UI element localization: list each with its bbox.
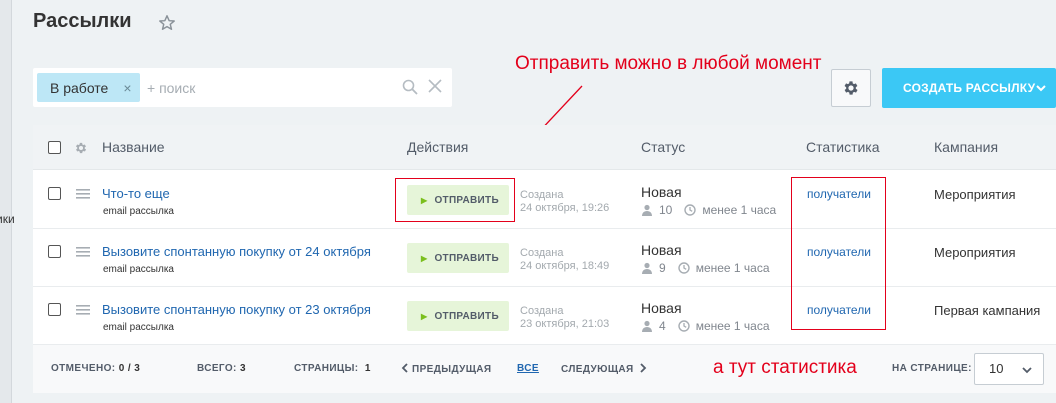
total-counter: ВСЕГО: 3 bbox=[197, 363, 246, 374]
column-header-status[interactable]: Статус bbox=[641, 139, 685, 155]
created-date: 24 октября, 19:26 bbox=[520, 202, 610, 214]
created-date: 24 октября, 18:49 bbox=[520, 260, 610, 272]
mailing-name-link[interactable]: Вызовите спонтанную покупку от 24 октябр… bbox=[102, 244, 371, 259]
left-panel-edge: ики bbox=[0, 0, 15, 403]
person-icon bbox=[642, 320, 652, 332]
row-checkbox[interactable] bbox=[48, 187, 61, 200]
chevron-left-icon bbox=[401, 363, 408, 373]
create-mailing-button[interactable]: СОЗДАТЬ РАССЫЛКУ bbox=[882, 68, 1056, 108]
chevron-down-icon[interactable] bbox=[1035, 82, 1047, 94]
status-meta: 9 менее 1 часа bbox=[641, 261, 770, 275]
next-page-link[interactable]: СЛЕДУЮЩАЯ bbox=[561, 363, 647, 375]
chevron-right-icon bbox=[640, 363, 646, 373]
campaign-name: Первая кампания bbox=[934, 303, 1041, 318]
person-icon bbox=[642, 204, 652, 216]
drag-handle-icon[interactable] bbox=[76, 305, 90, 315]
mailing-type: email рассылка bbox=[103, 206, 174, 217]
search-icon[interactable] bbox=[402, 79, 418, 95]
recipients-count: 10 bbox=[659, 203, 673, 217]
selected-counter: ОТМЕЧЕНО: 0 / 3 bbox=[51, 363, 140, 374]
total-value: 3 bbox=[239, 363, 246, 374]
per-page-label: НА СТРАНИЦЕ: bbox=[892, 363, 972, 374]
star-icon[interactable] bbox=[158, 14, 176, 32]
created-label: Создана bbox=[520, 247, 564, 259]
clock-icon bbox=[684, 204, 697, 216]
filter-search-box[interactable]: В работе × bbox=[33, 68, 452, 107]
chip-close-icon[interactable]: × bbox=[123, 80, 131, 96]
campaign-name: Мероприятия bbox=[934, 245, 1016, 260]
mailing-name-link[interactable]: Что-то еще bbox=[102, 186, 170, 201]
pages-counter: СТРАНИЦЫ: 1 bbox=[294, 363, 371, 374]
clock-icon bbox=[677, 320, 690, 332]
table-row[interactable]: Вызовите спонтанную покупку от 24 октябр… bbox=[33, 229, 1056, 287]
column-header-stats[interactable]: Статистика bbox=[806, 139, 880, 155]
recipients-count: 4 bbox=[659, 319, 666, 333]
play-icon: ▶ bbox=[421, 311, 428, 321]
chevron-down-icon bbox=[1022, 367, 1032, 374]
grid-header: Название Действия Статус Статистика Камп… bbox=[33, 125, 1056, 170]
table-row[interactable]: Вызовите спонтанную покупку от 23 октябр… bbox=[33, 287, 1056, 345]
created-label: Создана bbox=[520, 189, 564, 201]
column-header-name[interactable]: Название bbox=[102, 139, 165, 155]
status-meta: 4 менее 1 часа bbox=[641, 319, 770, 333]
send-button[interactable]: ▶ ОТПРАВИТЬ bbox=[407, 243, 509, 273]
send-button[interactable]: ▶ ОТПРАВИТЬ bbox=[407, 301, 509, 331]
per-page-select[interactable]: 10 bbox=[974, 353, 1044, 385]
selected-label: ОТМЕЧЕНО: bbox=[51, 363, 116, 374]
pages-value: 1 bbox=[364, 363, 371, 374]
column-header-actions[interactable]: Действия bbox=[407, 139, 468, 155]
filter-chip-label: В работе bbox=[50, 79, 109, 96]
status-text: Новая bbox=[641, 184, 682, 200]
column-header-campaign[interactable]: Кампания bbox=[934, 139, 998, 155]
prev-page-link[interactable]: ПРЕДЫДУЩАЯ bbox=[401, 363, 492, 375]
campaign-name: Мероприятия bbox=[934, 187, 1016, 202]
recipients-count: 9 bbox=[659, 261, 666, 275]
time-ago: менее 1 часа bbox=[695, 319, 770, 333]
close-icon[interactable] bbox=[428, 79, 442, 93]
highlight-send-box bbox=[395, 178, 515, 222]
filter-chip[interactable]: В работе × bbox=[37, 73, 140, 102]
gear-icon bbox=[844, 81, 858, 95]
select-all-checkbox[interactable] bbox=[48, 141, 61, 154]
status-meta: 10 менее 1 часа bbox=[641, 203, 776, 217]
mailing-name-link[interactable]: Вызовите спонтанную покупку от 23 октябр… bbox=[102, 302, 371, 317]
search-input[interactable] bbox=[147, 78, 387, 98]
annotation-stats-here: а тут статистика bbox=[713, 357, 857, 378]
next-page-label: СЛЕДУЮЩАЯ bbox=[561, 364, 634, 375]
play-icon: ▶ bbox=[421, 253, 428, 263]
settings-button[interactable] bbox=[831, 69, 871, 107]
person-icon bbox=[642, 262, 652, 274]
pages-label: СТРАНИЦЫ: bbox=[294, 363, 359, 374]
mailing-type: email рассылка bbox=[103, 264, 174, 275]
drag-handle-icon[interactable] bbox=[76, 247, 90, 257]
send-label: ОТПРАВИТЬ bbox=[434, 252, 499, 264]
status-text: Новая bbox=[641, 300, 682, 316]
create-mailing-label: СОЗДАТЬ РАССЫЛКУ bbox=[903, 81, 1036, 95]
table-row[interactable]: Что-то еще email рассылка ▶ ОТПРАВИТЬ Со… bbox=[33, 171, 1056, 229]
page-title: Рассылки bbox=[33, 10, 132, 32]
selected-value: 0 / 3 bbox=[118, 363, 141, 374]
annotation-send-anytime: Отправить можно в любой момент bbox=[515, 53, 822, 74]
all-pages-link[interactable]: ВСЕ bbox=[517, 363, 539, 374]
send-label: ОТПРАВИТЬ bbox=[434, 310, 499, 322]
drag-handle-icon[interactable] bbox=[76, 189, 90, 199]
gear-icon[interactable] bbox=[74, 141, 88, 155]
left-panel-text: ики bbox=[0, 212, 15, 226]
prev-page-label: ПРЕДЫДУЩАЯ bbox=[412, 364, 492, 375]
created-date: 23 октября, 21:03 bbox=[520, 318, 610, 330]
highlight-stats-box bbox=[791, 177, 886, 330]
status-text: Новая bbox=[641, 242, 682, 258]
clock-icon bbox=[677, 262, 690, 274]
grid-footer: ОТМЕЧЕНО: 0 / 3 ВСЕГО: 3 СТРАНИЦЫ: 1 ПРЕ… bbox=[33, 345, 1056, 393]
created-label: Создана bbox=[520, 305, 564, 317]
row-checkbox[interactable] bbox=[48, 303, 61, 316]
mailing-type: email рассылка bbox=[103, 322, 174, 333]
total-label: ВСЕГО: bbox=[197, 363, 237, 374]
time-ago: менее 1 часа bbox=[695, 261, 770, 275]
row-checkbox[interactable] bbox=[48, 245, 61, 258]
time-ago: менее 1 часа bbox=[702, 203, 777, 217]
mailings-grid: Название Действия Статус Статистика Камп… bbox=[33, 125, 1056, 393]
per-page-value: 10 bbox=[989, 361, 1004, 376]
